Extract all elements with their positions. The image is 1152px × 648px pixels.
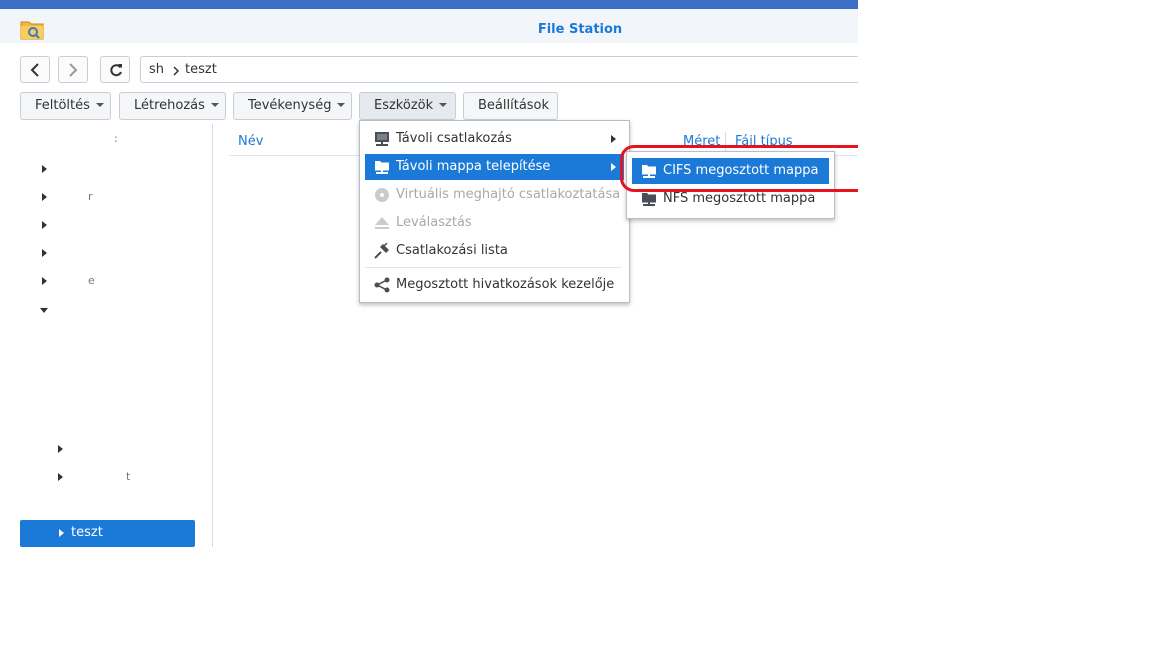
submenu-item-label: NFS megosztott mappa <box>663 191 816 206</box>
caret-down-icon <box>337 103 346 107</box>
plug-icon <box>374 243 389 259</box>
tree-item-fragment: t <box>126 470 131 483</box>
network-folder-icon <box>642 193 656 206</box>
tree-item-fragment: e <box>88 274 95 287</box>
upload-label: Feltöltés <box>35 98 90 113</box>
share-icon <box>374 277 390 293</box>
caret-down-icon <box>210 103 219 107</box>
forward-button[interactable] <box>58 56 88 83</box>
menu-item-mount-remote-folder[interactable]: Távoli mappa telepítése <box>365 154 624 180</box>
expand-arrow-icon[interactable] <box>42 165 47 173</box>
upload-button[interactable]: Feltöltés <box>20 92 111 120</box>
tools-dropdown-menu: Távoli csatlakozás Távoli mappa telepíté… <box>359 120 630 303</box>
remote-folder-icon <box>375 161 389 174</box>
tree-item-label: teszt <box>71 525 103 540</box>
path-segment-root[interactable]: sh <box>149 62 164 77</box>
navigation-bar: sh teszt <box>0 46 858 84</box>
refresh-button[interactable] <box>100 56 130 83</box>
path-segment-current[interactable]: teszt <box>185 62 217 77</box>
path-separator-icon <box>173 66 180 76</box>
menu-item-label: Leválasztás <box>396 215 472 230</box>
toolbar: Feltöltés Létrehozás Tevékenység Eszközö… <box>0 92 858 120</box>
caret-down-icon <box>95 103 104 107</box>
chevron-right-icon <box>69 63 78 77</box>
file-station-app-icon <box>20 21 44 40</box>
menu-item-unmount[interactable]: Leválasztás <box>365 210 624 236</box>
menu-item-connection-list[interactable]: Csatlakozási lista <box>365 238 624 264</box>
tree-item-selected[interactable]: teszt <box>20 520 195 547</box>
menu-item-label: Virtuális meghajtó csatlakoztatása <box>396 187 621 202</box>
annotation-highlight-ring <box>620 145 858 192</box>
folder-tree[interactable]: : r e t teszt <box>0 124 213 547</box>
menu-item-label: Távoli csatlakozás <box>396 131 512 146</box>
menu-item-label: Csatlakozási lista <box>396 243 508 258</box>
expand-arrow-icon[interactable] <box>59 529 64 537</box>
back-button[interactable] <box>20 56 50 83</box>
disc-icon <box>375 188 389 202</box>
action-button[interactable]: Tevékenység <box>233 92 352 120</box>
menu-item-shared-links-manager[interactable]: Megosztott hivatkozások kezelője <box>365 272 624 298</box>
expand-arrow-icon[interactable] <box>42 249 47 257</box>
action-label: Tevékenység <box>248 98 332 113</box>
collapse-arrow-icon[interactable] <box>40 308 48 313</box>
expand-arrow-icon[interactable] <box>42 193 47 201</box>
chevron-left-icon <box>30 63 39 77</box>
settings-label: Beállítások <box>478 98 550 113</box>
remote-connection-icon <box>375 132 389 146</box>
menu-item-remote-connection[interactable]: Távoli csatlakozás <box>365 126 624 152</box>
submenu-arrow-icon <box>611 135 616 143</box>
menu-item-mount-virtual-drive[interactable]: Virtuális meghajtó csatlakoztatása <box>365 182 624 208</box>
tools-label: Eszközök <box>374 98 434 113</box>
submenu-arrow-icon <box>611 163 616 171</box>
expand-arrow-icon[interactable] <box>42 277 47 285</box>
settings-button[interactable]: Beállítások <box>463 92 558 120</box>
expand-arrow-icon[interactable] <box>42 221 47 229</box>
path-bar[interactable]: sh teszt <box>140 56 858 83</box>
menu-item-label: Megosztott hivatkozások kezelője <box>396 277 615 292</box>
create-label: Létrehozás <box>134 98 205 113</box>
tools-button[interactable]: Eszközök <box>359 92 456 120</box>
expand-arrow-icon[interactable] <box>58 445 63 453</box>
window-title: File Station <box>537 22 623 37</box>
column-name[interactable]: Név <box>238 134 263 149</box>
tree-item-fragment: : <box>114 132 118 145</box>
menu-separator <box>365 267 621 268</box>
caret-down-icon <box>439 103 448 107</box>
eject-icon <box>375 217 389 229</box>
tree-item-fragment: r <box>88 190 93 203</box>
create-button[interactable]: Létrehozás <box>119 92 226 120</box>
menu-item-label: Távoli mappa telepítése <box>396 159 551 174</box>
title-bar: File Station <box>0 9 858 43</box>
refresh-icon <box>110 64 122 77</box>
expand-arrow-icon[interactable] <box>58 473 63 481</box>
file-station-window: File Station sh teszt Feltöltés Létrehoz… <box>0 0 858 547</box>
